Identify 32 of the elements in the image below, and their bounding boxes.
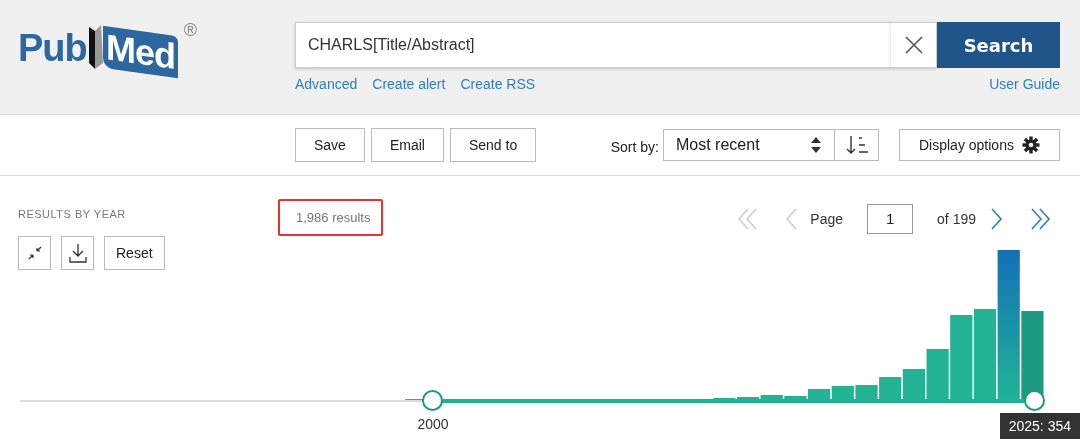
sort-order-button[interactable] (835, 129, 879, 161)
updown-caret-icon (810, 136, 822, 154)
section-heading: RESULTS BY YEAR (18, 208, 127, 220)
sort-label: Sort by: (610, 139, 659, 155)
pubmed-logo[interactable]: Pub Med ® (18, 18, 295, 78)
page-label: Page (810, 211, 844, 227)
user-guide-link[interactable]: User Guide (989, 76, 1060, 92)
search-button[interactable]: Search (937, 22, 1060, 68)
download-button[interactable] (61, 236, 94, 270)
page-number-field[interactable]: 1 (867, 204, 914, 234)
search-link[interactable]: Create RSS (460, 76, 536, 92)
display-options-button[interactable]: Display options (899, 129, 1060, 161)
slider-year-label: 2000 (417, 416, 449, 432)
action-button[interactable]: Send to (449, 128, 537, 162)
slider-thumb[interactable] (1023, 390, 1045, 411)
search-link[interactable]: Advanced (295, 76, 358, 92)
action-button[interactable]: Email (370, 128, 444, 162)
next-page-icon[interactable] (990, 207, 1004, 231)
tooltip: 2025: 354 (999, 413, 1080, 439)
sort-descending-icon (844, 134, 869, 156)
page-count: of 199 (937, 211, 976, 227)
reset-button[interactable]: Reset (104, 236, 165, 270)
shrink-arrows-icon (26, 245, 43, 261)
results-count: 1,986 results (278, 199, 384, 236)
gear-icon (1021, 136, 1040, 154)
slider-thumb[interactable] (422, 390, 444, 411)
download-icon (68, 243, 87, 263)
search-link[interactable]: Create alert (372, 76, 446, 92)
last-page-icon[interactable] (1028, 207, 1052, 231)
sort-dropdown[interactable]: Most recent (663, 129, 835, 161)
action-button[interactable]: Save (295, 128, 365, 162)
collapse-button[interactable] (18, 236, 51, 270)
